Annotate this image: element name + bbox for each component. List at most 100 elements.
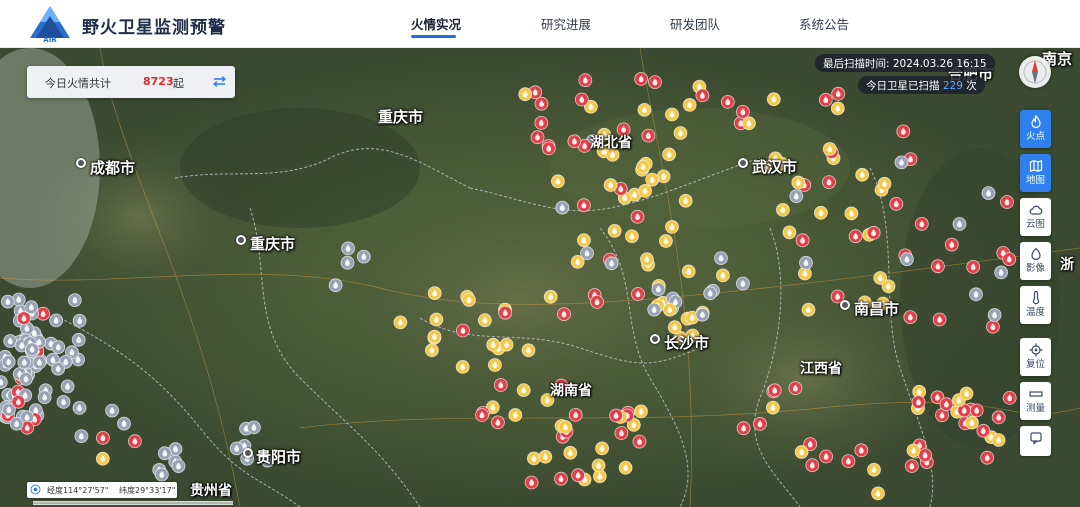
toolbar-reset-button[interactable]: 复位: [1020, 338, 1051, 376]
fire-marker[interactable]: [475, 408, 489, 422]
toolbar-cloud-button[interactable]: 云图: [1020, 198, 1051, 236]
fire-marker[interactable]: [127, 434, 142, 449]
fire-marker[interactable]: [554, 471, 568, 486]
fire-marker[interactable]: [590, 294, 604, 309]
fire-marker[interactable]: [714, 251, 728, 266]
fire-marker[interactable]: [742, 116, 756, 131]
fire-marker[interactable]: [518, 87, 533, 102]
fire-marker[interactable]: [607, 223, 622, 238]
fire-marker[interactable]: [766, 92, 781, 107]
fire-marker[interactable]: [508, 408, 523, 422]
fire-marker[interactable]: [462, 293, 476, 307]
fire-marker[interactable]: [117, 416, 131, 431]
fire-marker[interactable]: [557, 307, 571, 322]
fire-marker[interactable]: [614, 426, 629, 440]
fire-marker[interactable]: [51, 361, 65, 376]
fire-marker[interactable]: [976, 423, 991, 438]
fire-marker[interactable]: [673, 126, 688, 140]
satellite-map[interactable]: 重庆市 成都市 重庆市 湖北省 武汉市 长沙市 湖南省 南昌市 江西省 贵阳市 …: [0, 48, 1080, 507]
fire-marker[interactable]: [11, 394, 26, 409]
fire-marker[interactable]: [246, 420, 261, 435]
fire-marker[interactable]: [154, 467, 169, 482]
fire-marker[interactable]: [665, 107, 679, 122]
fire-marker[interactable]: [636, 159, 650, 174]
fire-marker[interactable]: [782, 225, 797, 240]
fire-marker[interactable]: [19, 371, 33, 386]
fire-marker[interactable]: [427, 286, 442, 301]
fire-marker[interactable]: [720, 95, 735, 109]
fire-marker[interactable]: [538, 449, 553, 464]
fire-marker[interactable]: [904, 459, 919, 473]
toolbar-image-button[interactable]: 影像: [1020, 242, 1051, 280]
fire-marker[interactable]: [959, 386, 974, 401]
fire-marker[interactable]: [634, 404, 648, 419]
fire-marker[interactable]: [524, 475, 539, 490]
fire-marker[interactable]: [340, 255, 355, 270]
nav-fire-status[interactable]: 火情实况: [411, 14, 461, 33]
fire-marker[interactable]: [96, 430, 110, 445]
fire-marker[interactable]: [591, 458, 606, 473]
fire-marker[interactable]: [805, 458, 820, 473]
fire-marker[interactable]: [991, 433, 1006, 447]
fire-marker[interactable]: [789, 189, 804, 204]
fire-marker[interactable]: [966, 259, 981, 274]
fire-marker[interactable]: [969, 403, 984, 418]
nav-research-progress[interactable]: 研究进展: [541, 14, 591, 33]
fire-marker[interactable]: [716, 268, 730, 283]
nav-dev-team[interactable]: 研发团队: [670, 14, 720, 33]
fire-marker[interactable]: [645, 172, 660, 187]
fire-marker[interactable]: [986, 319, 1000, 334]
fire-marker[interactable]: [455, 323, 470, 338]
fire-marker[interactable]: [819, 449, 833, 464]
fire-marker[interactable]: [900, 252, 914, 267]
fire-marker[interactable]: [571, 468, 585, 483]
fire-marker[interactable]: [171, 459, 186, 474]
fire-marker[interactable]: [736, 421, 751, 436]
fire-marker[interactable]: [969, 287, 983, 302]
fire-marker[interactable]: [632, 434, 647, 449]
fire-marker[interactable]: [665, 219, 679, 234]
fire-marker[interactable]: [638, 183, 652, 198]
fire-marker[interactable]: [932, 312, 947, 327]
fire-marker[interactable]: [831, 86, 846, 101]
fire-marker[interactable]: [32, 355, 47, 370]
fire-marker[interactable]: [51, 340, 66, 355]
fire-marker[interactable]: [72, 313, 87, 328]
fire-marker[interactable]: [939, 397, 954, 412]
fire-marker[interactable]: [618, 460, 633, 475]
fire-marker[interactable]: [499, 337, 514, 352]
fire-marker[interactable]: [662, 147, 676, 162]
fire-marker[interactable]: [37, 390, 52, 405]
fire-marker[interactable]: [641, 128, 656, 143]
fire-marker[interactable]: [866, 225, 881, 240]
fire-marker[interactable]: [24, 300, 39, 315]
fire-marker[interactable]: [9, 416, 24, 431]
compass-button[interactable]: [1019, 56, 1051, 88]
fire-marker[interactable]: [563, 445, 578, 460]
toolbar-fire-button[interactable]: 火点: [1020, 110, 1051, 148]
fire-marker[interactable]: [328, 278, 343, 293]
fire-marker[interactable]: [568, 407, 583, 422]
fire-marker[interactable]: [0, 294, 15, 309]
fire-marker[interactable]: [578, 73, 593, 88]
toolbar-chat-button[interactable]: [1020, 426, 1051, 456]
fire-marker[interactable]: [848, 229, 863, 244]
fire-marker[interactable]: [695, 88, 710, 103]
fire-marker[interactable]: [767, 383, 782, 398]
list-toggle-icon[interactable]: [213, 75, 227, 89]
fire-marker[interactable]: [157, 446, 172, 461]
fire-marker[interactable]: [944, 237, 959, 252]
fire-marker[interactable]: [603, 178, 618, 192]
fire-marker[interactable]: [555, 200, 570, 215]
fire-marker[interactable]: [56, 394, 71, 409]
fire-marker[interactable]: [577, 233, 591, 248]
fire-marker[interactable]: [424, 343, 439, 358]
fire-marker[interactable]: [558, 420, 573, 434]
fire-marker[interactable]: [493, 378, 508, 392]
fire-marker[interactable]: [648, 75, 662, 89]
fire-marker[interactable]: [477, 313, 492, 328]
fire-marker[interactable]: [736, 105, 750, 119]
fire-marker[interactable]: [991, 410, 1006, 425]
fire-marker[interactable]: [498, 305, 513, 320]
fire-marker[interactable]: [71, 332, 86, 347]
